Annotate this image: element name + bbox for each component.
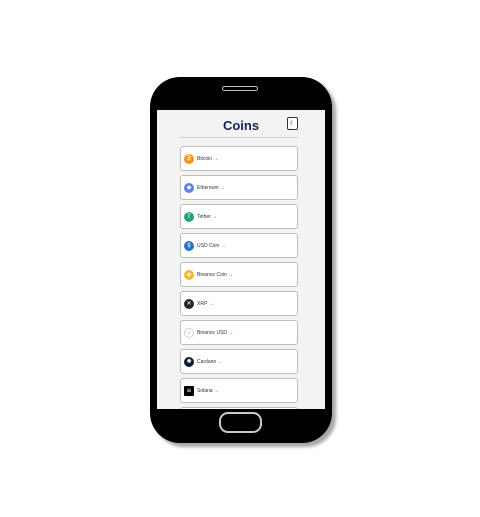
coin-label: XRP → [197,300,214,307]
coin-item-partial[interactable] [180,407,298,409]
coin-item-binance-coin[interactable]: ◈ Binance Coin → [180,262,298,287]
coin-list: ₿ Bitcoin → ◆ Ethereum → T Tether → $ US… [180,146,298,409]
coin-item-solana[interactable]: ≡ Solana → [180,378,298,403]
ethereum-icon: ◆ [184,182,194,193]
coin-item-cardano[interactable]: ✺ Cardano → [180,349,298,374]
coin-label: Binance Coin → [197,271,234,278]
bitcoin-icon: ₿ [184,153,194,164]
coin-item-bitcoin[interactable]: ₿ Bitcoin → [180,146,298,171]
app-screen: Coins ☾ ₿ Bitcoin → ◆ Ethereum → T Tethe… [157,110,325,409]
coin-item-tether[interactable]: T Tether → [180,204,298,229]
phone-speaker [222,86,258,91]
coin-label: Solana → [197,387,219,394]
coin-item-ethereum[interactable]: ◆ Ethereum → [180,175,298,200]
coin-label: USD Coin → [197,242,226,249]
tether-icon: T [184,211,194,222]
page-title: Coins [222,118,260,133]
coin-item-usd-coin[interactable]: $ USD Coin → [180,233,298,258]
moon-icon: ☾ [289,120,296,127]
binance-coin-icon: ◈ [184,269,194,280]
xrp-icon: ✕ [184,298,194,309]
coin-item-binance-usd[interactable]: ◇ Binance USD → [180,320,298,345]
theme-toggle-button[interactable]: ☾ [287,117,298,130]
coin-label: Cardano → [197,358,223,365]
solana-icon: ≡ [184,385,194,396]
coin-label: Tether → [197,213,218,220]
cardano-icon: ✺ [184,356,194,367]
coin-item-xrp[interactable]: ✕ XRP → [180,291,298,316]
coin-label: Ethereum → [197,184,226,191]
binance-usd-icon: ◇ [184,327,194,338]
coin-label: Binance USD → [197,329,234,336]
coin-label: Bitcoin → [197,155,219,162]
usd-coin-icon: $ [184,240,194,251]
title-divider [179,137,298,138]
home-button[interactable] [219,412,262,433]
